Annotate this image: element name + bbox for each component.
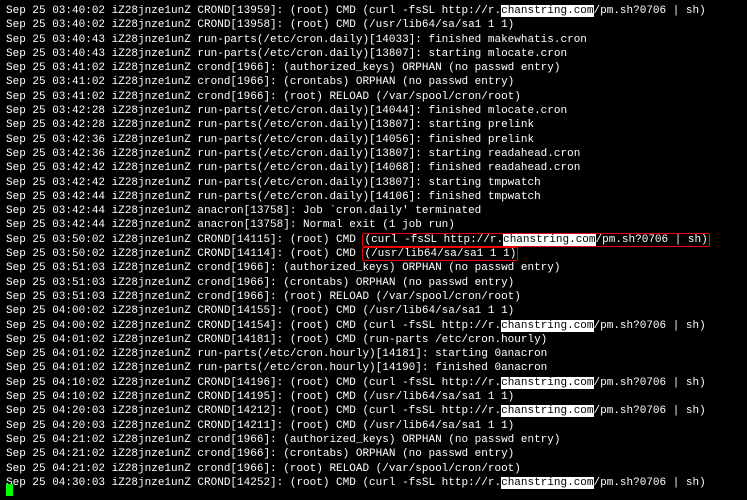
log-line: Sep 25 04:01:02 iZ28jnze1unZ run-parts(/… [6,361,741,375]
log-line: Sep 25 03:51:03 iZ28jnze1unZ crond[1966]… [6,290,741,304]
log-line: Sep 25 03:41:02 iZ28jnze1unZ crond[1966]… [6,90,741,104]
log-line: Sep 25 04:21:02 iZ28jnze1unZ crond[1966]… [6,462,741,476]
highlight-text: chanstring.com [501,477,593,489]
log-line: Sep 25 04:10:02 iZ28jnze1unZ CROND[14195… [6,390,741,404]
log-line: Sep 25 04:01:02 iZ28jnze1unZ CROND[14181… [6,333,741,347]
log-line: Sep 25 03:42:36 iZ28jnze1unZ run-parts(/… [6,147,741,161]
log-line: Sep 25 03:42:44 iZ28jnze1unZ anacron[137… [6,204,741,218]
log-line: Sep 25 03:40:02 iZ28jnze1unZ CROND[13959… [6,4,741,18]
highlight-text: chanstring.com [501,405,593,417]
log-line: Sep 25 03:42:42 iZ28jnze1unZ run-parts(/… [6,176,741,190]
log-line: Sep 25 03:41:02 iZ28jnze1unZ crond[1966]… [6,61,741,75]
log-line: Sep 25 03:50:02 iZ28jnze1unZ CROND[14114… [6,247,741,261]
log-line: Sep 25 04:21:02 iZ28jnze1unZ crond[1966]… [6,447,741,461]
log-line: Sep 25 04:20:03 iZ28jnze1unZ CROND[14211… [6,419,741,433]
terminal-cursor [6,484,13,496]
log-line: Sep 25 03:51:03 iZ28jnze1unZ crond[1966]… [6,276,741,290]
log-line: Sep 25 04:01:02 iZ28jnze1unZ run-parts(/… [6,347,741,361]
highlight-text: chanstring.com [501,377,593,389]
log-line: Sep 25 04:10:02 iZ28jnze1unZ CROND[14196… [6,376,741,390]
log-line: Sep 25 03:42:28 iZ28jnze1unZ run-parts(/… [6,118,741,132]
log-line: Sep 25 03:40:43 iZ28jnze1unZ run-parts(/… [6,33,741,47]
log-line: Sep 25 03:42:44 iZ28jnze1unZ anacron[137… [6,218,741,232]
log-line: Sep 25 03:42:28 iZ28jnze1unZ run-parts(/… [6,104,741,118]
log-line: Sep 25 04:30:03 iZ28jnze1unZ CROND[14252… [6,476,741,490]
log-line: Sep 25 03:41:02 iZ28jnze1unZ crond[1966]… [6,75,741,89]
annotation-box: (curl -fsSL http://r.chanstring.com/pm.s… [362,233,709,247]
log-line: Sep 25 03:40:02 iZ28jnze1unZ CROND[13958… [6,18,741,32]
log-line: Sep 25 03:42:44 iZ28jnze1unZ run-parts(/… [6,190,741,204]
log-line: Sep 25 04:20:03 iZ28jnze1unZ CROND[14212… [6,404,741,418]
highlight-text: chanstring.com [501,320,593,332]
log-line: Sep 25 03:42:42 iZ28jnze1unZ run-parts(/… [6,161,741,175]
log-line: Sep 25 03:50:02 iZ28jnze1unZ CROND[14115… [6,233,741,247]
log-line: Sep 25 03:51:03 iZ28jnze1unZ crond[1966]… [6,261,741,275]
log-line: Sep 25 03:40:43 iZ28jnze1unZ run-parts(/… [6,47,741,61]
log-line: Sep 25 04:21:02 iZ28jnze1unZ crond[1966]… [6,433,741,447]
annotation-box: (/usr/lib64/sa/sa1 1 1) [362,247,518,261]
log-line: Sep 25 03:42:36 iZ28jnze1unZ run-parts(/… [6,133,741,147]
highlight-text: chanstring.com [503,234,595,246]
log-line: Sep 25 04:00:02 iZ28jnze1unZ CROND[14154… [6,319,741,333]
log-line: Sep 25 04:00:02 iZ28jnze1unZ CROND[14155… [6,304,741,318]
highlight-text: chanstring.com [501,5,593,17]
terminal-output: Sep 25 03:40:02 iZ28jnze1unZ CROND[13959… [6,4,741,490]
